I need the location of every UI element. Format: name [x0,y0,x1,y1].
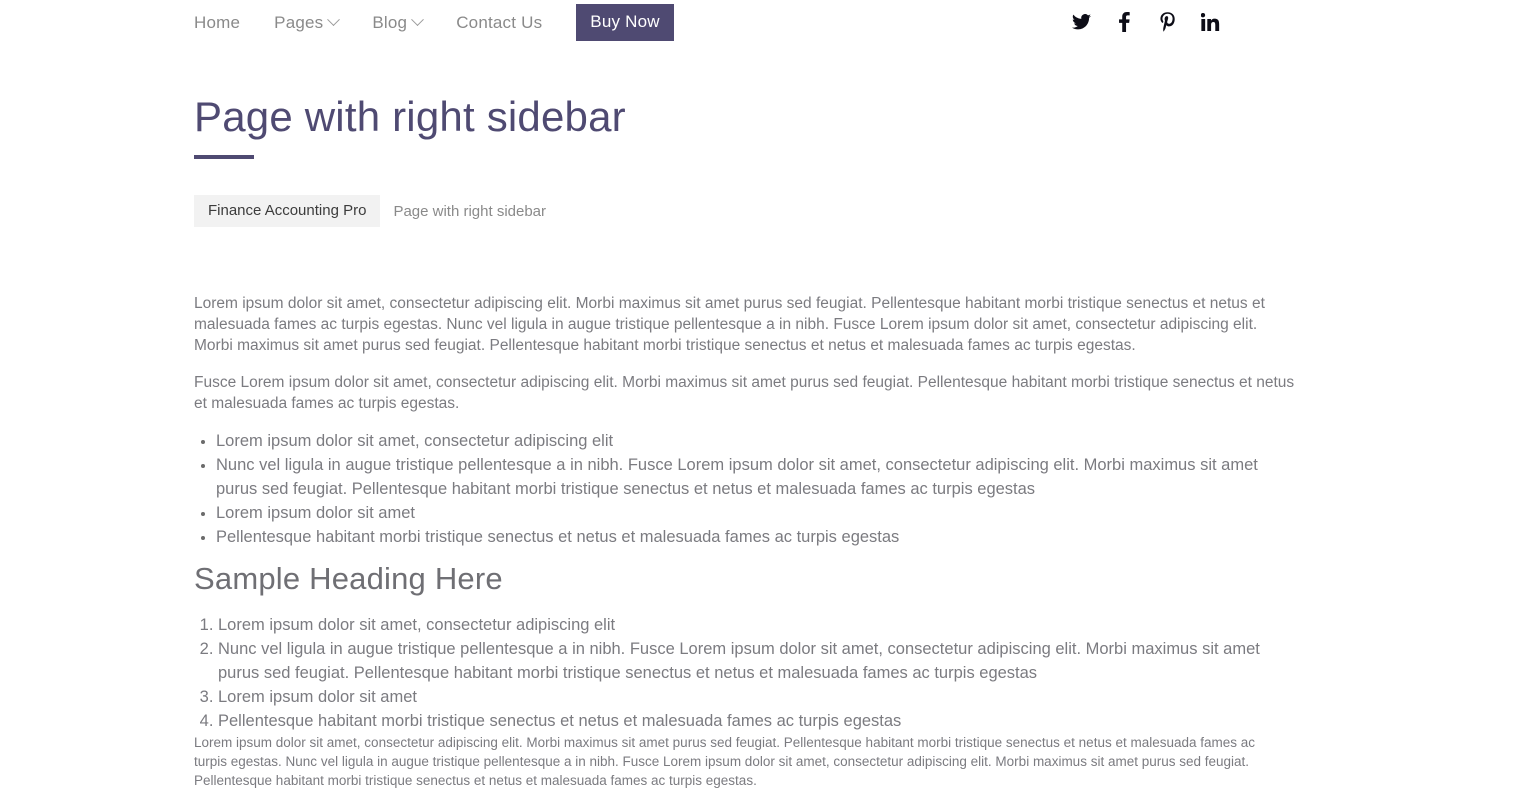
breadcrumb-current: Page with right sidebar [393,202,547,220]
buy-now-button[interactable]: Buy Now [576,3,674,41]
page-title: Page with right sidebar [194,93,626,140]
closing-paragraph: Lorem ipsum dolor sit amet, consectetur … [194,735,1256,788]
chevron-down-icon [411,12,425,26]
secondary-paragraph: Fusce Lorem ipsum dolor sit amet, consec… [194,374,1295,412]
bullet-list: Lorem ipsum dolor sit amet, consectetur … [194,429,1294,549]
breadcrumb-home-link[interactable]: Finance Accounting Pro [194,195,381,227]
buy-now-label: Buy Now [590,11,660,31]
list-item: Nunc vel ligula in augue tristique pelle… [218,637,1294,685]
title-accent-bar [194,155,254,159]
section-heading: Sample Heading Here [194,561,503,596]
nav-item-blog[interactable]: Blog [372,12,425,32]
nav-item-contact-us[interactable]: Contact Us [456,14,542,31]
list-item: Pellentesque habitant morbi tristique se… [216,525,1294,549]
nav-item-label: Pages [274,12,324,32]
list-item: Lorem ipsum dolor sit amet, consectetur … [216,429,1294,453]
list-item: Pellentesque habitant morbi tristique se… [218,709,1294,733]
numbered-list: Lorem ipsum dolor sit amet, consectetur … [194,613,1294,733]
facebook-icon[interactable] [1114,11,1134,33]
main-navigation: Home Pages Blog Contact Us Buy Now [194,0,674,44]
linkedin-icon[interactable] [1200,11,1220,33]
chevron-down-icon [327,12,341,26]
pinterest-icon[interactable] [1157,11,1177,33]
nav-item-home[interactable]: Home [194,14,240,31]
twitter-icon[interactable] [1071,11,1091,33]
breadcrumb: Finance Accounting Pro Page with right s… [194,195,546,227]
nav-item-label: Contact Us [456,12,543,32]
list-item: Lorem ipsum dolor sit amet [216,501,1294,525]
list-item: Lorem ipsum dolor sit amet, consectetur … [218,613,1294,637]
site-header: Home Pages Blog Contact Us Buy Now [0,0,1516,44]
nav-item-label: Home [194,12,241,32]
intro-paragraph: Lorem ipsum dolor sit amet, consectetur … [194,295,1265,354]
list-item: Nunc vel ligula in augue tristique pelle… [216,453,1294,501]
nav-item-label: Blog [372,12,408,32]
list-item: Lorem ipsum dolor sit amet [218,685,1294,709]
social-links [1071,0,1220,44]
nav-item-pages[interactable]: Pages [274,12,341,32]
